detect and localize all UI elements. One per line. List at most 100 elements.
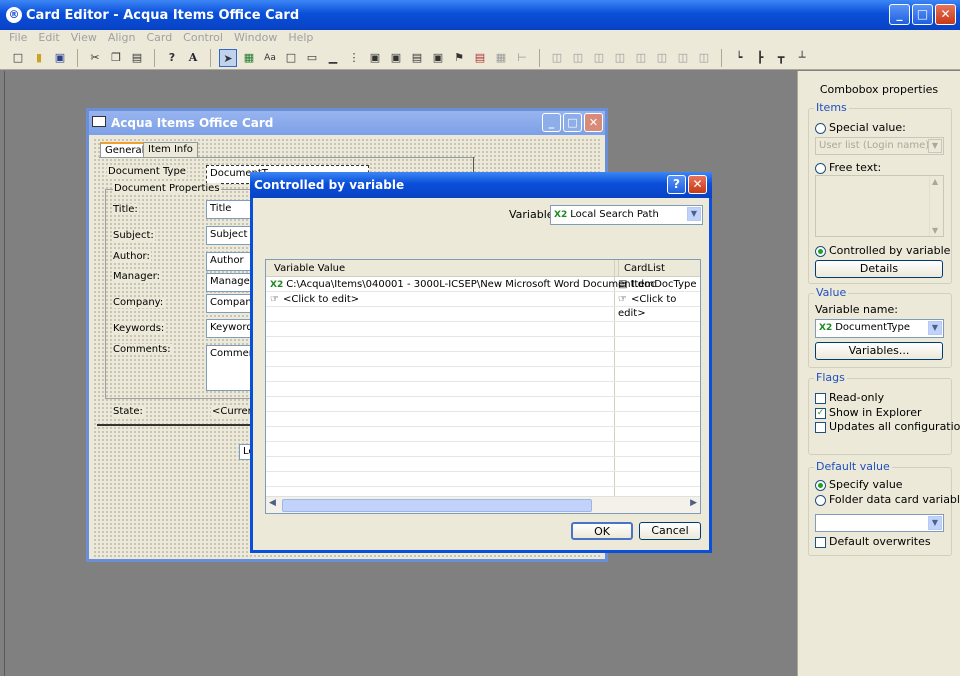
- table-row[interactable]: ☞ <Click to edit> ☞ <Click to edit>: [266, 293, 700, 319]
- tab-icon[interactable]: ▤: [408, 49, 426, 67]
- minimize-button[interactable]: _: [889, 4, 910, 25]
- controlled-by-variable-radio[interactable]: [815, 245, 826, 257]
- align-top-icon[interactable]: ◫: [590, 49, 608, 67]
- toolbar-separator: [210, 48, 211, 67]
- show-in-explorer-option[interactable]: ✓ Show in Explorer: [815, 406, 922, 419]
- menu-window[interactable]: Window: [234, 30, 277, 46]
- menu-edit[interactable]: Edit: [38, 30, 59, 46]
- variable-select[interactable]: X2 Local Search Path ▼: [550, 205, 703, 225]
- show-in-explorer-checkbox[interactable]: ✓: [815, 407, 826, 419]
- scroll-left-icon[interactable]: ◀: [269, 498, 276, 508]
- menu-control[interactable]: Control: [183, 30, 223, 46]
- line-icon[interactable]: ▁: [324, 49, 342, 67]
- align-left-icon[interactable]: ◫: [548, 49, 566, 67]
- details-button[interactable]: Details: [815, 260, 943, 278]
- horizontal-scrollbar[interactable]: ◀ ▶: [266, 496, 700, 513]
- tab-order-icon[interactable]: ┕: [730, 49, 748, 67]
- same-size-icon[interactable]: ◫: [695, 49, 713, 67]
- edit-icon[interactable]: ▭: [303, 49, 321, 67]
- copy-icon[interactable]: ❐: [107, 49, 125, 67]
- read-only-option[interactable]: Read-only: [815, 391, 884, 404]
- default-overwrites-option[interactable]: Default overwrites: [815, 535, 931, 548]
- help-icon[interactable]: ?: [163, 49, 181, 67]
- scroll-thumb[interactable]: [282, 499, 592, 512]
- close-button[interactable]: ✕: [935, 4, 956, 25]
- default-value-select[interactable]: ▼: [815, 514, 944, 532]
- cancel-button[interactable]: Cancel: [639, 522, 701, 540]
- cut-icon[interactable]: ✂: [86, 49, 104, 67]
- align-bottom-icon[interactable]: ◫: [632, 49, 650, 67]
- align-center-icon[interactable]: ◫: [569, 49, 587, 67]
- ok-button[interactable]: OK: [571, 522, 633, 540]
- column-cardlist[interactable]: CardList: [618, 260, 665, 277]
- menu-card[interactable]: Card: [146, 30, 172, 46]
- checkbox-icon[interactable]: ▣: [387, 49, 405, 67]
- menu-help[interactable]: Help: [288, 30, 313, 46]
- form-minimize-button[interactable]: _: [542, 113, 561, 132]
- chevron-down-icon[interactable]: ▼: [687, 207, 701, 221]
- dialog-close-button[interactable]: ✕: [688, 175, 707, 194]
- dialog-help-button[interactable]: ?: [667, 175, 686, 194]
- radio-icon[interactable]: ▣: [366, 49, 384, 67]
- special-value-radio[interactable]: [815, 122, 826, 134]
- pointer-icon[interactable]: ➤: [219, 48, 237, 67]
- same-width-icon[interactable]: ◫: [653, 49, 671, 67]
- same-height-icon[interactable]: ◫: [674, 49, 692, 67]
- scroll-right-icon[interactable]: ▶: [690, 498, 697, 508]
- align-middle-icon[interactable]: ◫: [611, 49, 629, 67]
- new-icon[interactable]: □: [9, 49, 27, 67]
- combo-icon[interactable]: ⋮: [345, 49, 363, 67]
- menu-view[interactable]: View: [71, 30, 97, 46]
- table-row[interactable]: X2 C:\Acqua\Items\040001 - 3000L-ICSEP\Ne…: [266, 278, 700, 292]
- folder-variable-radio[interactable]: [815, 494, 826, 506]
- bring-front-icon[interactable]: ┣: [751, 49, 769, 67]
- dialog-title-bar[interactable]: Controlled by variable ? ✕: [250, 172, 712, 198]
- special-value-option[interactable]: Special value:: [815, 121, 906, 134]
- save-icon[interactable]: ▣: [51, 49, 69, 67]
- row-variable-cell[interactable]: ☞ <Click to edit>: [270, 293, 359, 307]
- manager-label: Manager:: [112, 271, 162, 282]
- row-variable-cell[interactable]: X2 C:\Acqua\Items\040001 - 3000L-ICSEP\Ne…: [270, 278, 656, 292]
- center-icon[interactable]: ┴: [793, 49, 811, 67]
- tab-general[interactable]: General: [100, 142, 150, 157]
- chevron-down-icon[interactable]: ▼: [928, 321, 942, 335]
- variable-grid[interactable]: Variable Value CardList X2 C:\Acqua\Items…: [265, 259, 701, 514]
- font-icon[interactable]: A: [184, 49, 202, 67]
- form-maximize-button[interactable]: □: [563, 113, 582, 132]
- updates-all-option[interactable]: Updates all configurations: [815, 420, 960, 433]
- column-variable-value[interactable]: Variable Value: [269, 260, 345, 277]
- flag-icon[interactable]: ⚑: [450, 49, 468, 67]
- free-text-option[interactable]: Free text:: [815, 161, 881, 174]
- label-icon[interactable]: Aa: [261, 49, 279, 67]
- form-window-title-bar[interactable]: Acqua Items Office Card _ □ ✕: [89, 111, 605, 135]
- menu-file[interactable]: File: [9, 30, 27, 46]
- grid-icon[interactable]: ▦: [492, 49, 510, 67]
- read-only-checkbox[interactable]: [815, 392, 826, 404]
- paste-icon[interactable]: ▤: [128, 49, 146, 67]
- specify-value-option[interactable]: Specify value: [815, 478, 903, 491]
- variable-name-select[interactable]: X2 DocumentType ▼: [815, 319, 944, 338]
- image-icon[interactable]: ▦: [240, 49, 258, 67]
- app-title-bar[interactable]: ® Card Editor - Acqua Items Office Card …: [0, 0, 960, 30]
- form-close-button[interactable]: ✕: [584, 113, 603, 132]
- send-back-icon[interactable]: ┳: [772, 49, 790, 67]
- maximize-button[interactable]: □: [912, 4, 933, 25]
- table-row: [266, 443, 700, 457]
- row-cardlist-cell[interactable]: ▤ ItemDocType: [618, 278, 697, 292]
- group-icon[interactable]: ▣: [429, 49, 447, 67]
- folder-variable-option[interactable]: Folder data card variable: [815, 493, 960, 506]
- tree-icon[interactable]: ⊢: [513, 49, 531, 67]
- free-text-radio[interactable]: [815, 162, 826, 174]
- variables-button[interactable]: Variables...: [815, 342, 943, 360]
- open-icon[interactable]: ▮: [30, 49, 48, 67]
- frame-icon[interactable]: □: [282, 49, 300, 67]
- updates-all-checkbox[interactable]: [815, 421, 826, 433]
- list-icon[interactable]: ▤: [471, 49, 489, 67]
- default-overwrites-checkbox[interactable]: [815, 536, 826, 548]
- chevron-down-icon[interactable]: ▼: [928, 516, 942, 530]
- tab-item-info[interactable]: Item Info: [143, 142, 198, 157]
- specify-value-radio[interactable]: [815, 479, 826, 491]
- controlled-by-variable-dialog[interactable]: Controlled by variable ? ✕ Variable X2 Lo…: [250, 172, 712, 553]
- menu-align[interactable]: Align: [108, 30, 136, 46]
- controlled-by-variable-option[interactable]: Controlled by variable: [815, 244, 950, 257]
